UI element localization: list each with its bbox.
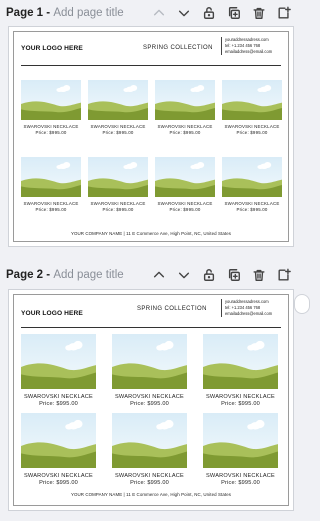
lock-icon[interactable] <box>201 5 217 21</box>
product-card[interactable]: SWAROVSKI NECKLACE Price: $995.00 <box>222 157 282 217</box>
page-title-separator: - <box>43 269 54 281</box>
add-page-title-input[interactable]: Add page title <box>53 7 123 19</box>
product-card[interactable]: SWAROVSKI NECKLACE Price: $995.00 <box>21 413 96 489</box>
product-card[interactable]: SWAROVSKI NECKLACE Price: $995.00 <box>203 334 278 410</box>
product-name: SWAROVSKI NECKLACE <box>115 394 184 400</box>
product-name: SWAROVSKI NECKLACE <box>24 473 93 479</box>
product-price: Price: $995.00 <box>221 401 260 407</box>
product-image-placeholder[interactable] <box>21 157 81 197</box>
product-image-placeholder[interactable] <box>21 80 81 120</box>
page-title-separator: - <box>43 7 54 19</box>
add-page-icon[interactable] <box>276 5 292 21</box>
product-name: SWAROVSKI NECKLACE <box>206 394 275 400</box>
product-caption[interactable]: SWAROVSKI NECKLACE Price: $995.00 <box>203 473 278 487</box>
product-price: Price: $995.00 <box>169 207 201 212</box>
trash-icon[interactable] <box>251 267 267 283</box>
product-card[interactable]: SWAROVSKI NECKLACE Price: $995.00 <box>222 80 282 140</box>
product-caption[interactable]: SWAROVSKI NECKLACE Price: $995.00 <box>112 473 187 487</box>
chevron-down-icon[interactable] <box>176 267 192 283</box>
page-number-label: Page 1 <box>6 7 44 19</box>
logo-placeholder[interactable]: YOUR LOGO HERE <box>21 45 83 52</box>
product-price: Price: $995.00 <box>221 480 260 486</box>
header-divider <box>21 65 281 66</box>
logo-placeholder[interactable]: YOUR LOGO HERE <box>21 310 83 317</box>
product-name: SWAROVSKI NECKLACE <box>206 473 275 479</box>
duplicate-icon[interactable] <box>226 5 242 21</box>
product-image-placeholder[interactable] <box>112 334 187 389</box>
trash-icon[interactable] <box>251 5 267 21</box>
product-image-placeholder[interactable] <box>112 413 187 468</box>
chevron-up-icon[interactable] <box>151 5 167 21</box>
product-caption[interactable]: SWAROVSKI NECKLACE Price: $995.00 <box>21 124 81 136</box>
product-card[interactable]: SWAROVSKI NECKLACE Price: $995.00 <box>112 334 187 410</box>
product-card[interactable]: SWAROVSKI NECKLACE Price: $995.00 <box>21 157 81 217</box>
product-price: Price: $995.00 <box>236 207 268 212</box>
product-caption[interactable]: SWAROVSKI NECKLACE Price: $995.00 <box>88 124 148 136</box>
product-price: Price: $995.00 <box>169 130 201 135</box>
product-caption[interactable]: SWAROVSKI NECKLACE Price: $995.00 <box>21 201 81 213</box>
product-image-placeholder[interactable] <box>222 80 282 120</box>
collection-heading[interactable]: SPRING COLLECTION <box>137 306 207 312</box>
product-caption[interactable]: SWAROVSKI NECKLACE Price: $995.00 <box>88 201 148 213</box>
product-price: Price: $995.00 <box>39 401 78 407</box>
page-title[interactable]: Page 1 - Add page title <box>6 7 124 19</box>
lock-icon[interactable] <box>201 267 217 283</box>
product-image-placeholder[interactable] <box>88 80 148 120</box>
contact-email: emailaddress@email.com <box>225 49 273 54</box>
chevron-up-icon[interactable] <box>151 267 167 283</box>
product-caption[interactable]: SWAROVSKI NECKLACE Price: $995.00 <box>112 394 187 408</box>
product-image-placeholder[interactable] <box>203 334 278 389</box>
company-footer[interactable]: YOUR COMPANY NAME | 11 E Commerce Ave, H… <box>9 492 293 497</box>
product-price: Price: $995.00 <box>39 480 78 486</box>
page-1-header: Page 1 - Add page title <box>0 0 300 26</box>
contact-block[interactable]: youraddressadress.com tel: +1.234 456 76… <box>221 299 272 317</box>
product-card[interactable]: SWAROVSKI NECKLACE Price: $995.00 <box>21 80 81 140</box>
collection-heading[interactable]: SPRING COLLECTION <box>143 45 213 51</box>
add-page-icon[interactable] <box>276 267 292 283</box>
product-price: Price: $995.00 <box>102 130 134 135</box>
company-footer[interactable]: YOUR COMPANY NAME | 11 E Commerce Ave, H… <box>9 231 293 236</box>
product-card[interactable]: SWAROVSKI NECKLACE Price: $995.00 <box>203 413 278 489</box>
product-caption[interactable]: SWAROVSKI NECKLACE Price: $995.00 <box>21 394 96 408</box>
product-image-placeholder[interactable] <box>222 157 282 197</box>
product-caption[interactable]: SWAROVSKI NECKLACE Price: $995.00 <box>203 394 278 408</box>
product-card[interactable]: SWAROVSKI NECKLACE Price: $995.00 <box>112 413 187 489</box>
product-image-placeholder[interactable] <box>155 80 215 120</box>
product-price: Price: $995.00 <box>130 480 169 486</box>
product-price: Price: $995.00 <box>130 401 169 407</box>
product-card[interactable]: SWAROVSKI NECKLACE Price: $995.00 <box>88 157 148 217</box>
product-price: Price: $995.00 <box>102 207 134 212</box>
product-caption[interactable]: SWAROVSKI NECKLACE Price: $995.00 <box>155 201 215 213</box>
product-image-placeholder[interactable] <box>155 157 215 197</box>
product-card[interactable]: SWAROVSKI NECKLACE Price: $995.00 <box>155 157 215 217</box>
product-image-placeholder[interactable] <box>88 157 148 197</box>
product-price: Price: $995.00 <box>35 207 67 212</box>
side-scroll-handle[interactable] <box>294 294 310 314</box>
add-page-title-input[interactable]: Add page title <box>53 269 123 281</box>
page-2-canvas[interactable]: YOUR LOGO HERE SPRING COLLECTION youradd… <box>8 289 294 511</box>
duplicate-icon[interactable] <box>226 267 242 283</box>
product-caption[interactable]: SWAROVSKI NECKLACE Price: $995.00 <box>222 201 282 213</box>
product-caption[interactable]: SWAROVSKI NECKLACE Price: $995.00 <box>155 124 215 136</box>
product-card[interactable]: SWAROVSKI NECKLACE Price: $995.00 <box>21 334 96 410</box>
page-1-canvas[interactable]: YOUR LOGO HERE SPRING COLLECTION youradd… <box>8 26 294 247</box>
header-divider <box>21 327 281 328</box>
chevron-down-icon[interactable] <box>176 5 192 21</box>
product-name: SWAROVSKI NECKLACE <box>24 394 93 400</box>
product-card[interactable]: SWAROVSKI NECKLACE Price: $995.00 <box>88 80 148 140</box>
product-price: Price: $995.00 <box>35 130 67 135</box>
product-image-placeholder[interactable] <box>21 334 96 389</box>
product-image-placeholder[interactable] <box>21 413 96 468</box>
contact-block[interactable]: youraddressadress.com tel: +1.234 456 76… <box>221 37 272 55</box>
page-2-header: Page 2 - Add page title <box>0 262 300 288</box>
contact-email: emailaddress@email.com <box>225 311 273 316</box>
product-caption[interactable]: SWAROVSKI NECKLACE Price: $995.00 <box>21 473 96 487</box>
page-title[interactable]: Page 2 - Add page title <box>6 269 124 281</box>
product-caption[interactable]: SWAROVSKI NECKLACE Price: $995.00 <box>222 124 282 136</box>
product-price: Price: $995.00 <box>236 130 268 135</box>
product-card[interactable]: SWAROVSKI NECKLACE Price: $995.00 <box>155 80 215 140</box>
product-name: SWAROVSKI NECKLACE <box>115 473 184 479</box>
page-number-label: Page 2 <box>6 269 44 281</box>
product-image-placeholder[interactable] <box>203 413 278 468</box>
